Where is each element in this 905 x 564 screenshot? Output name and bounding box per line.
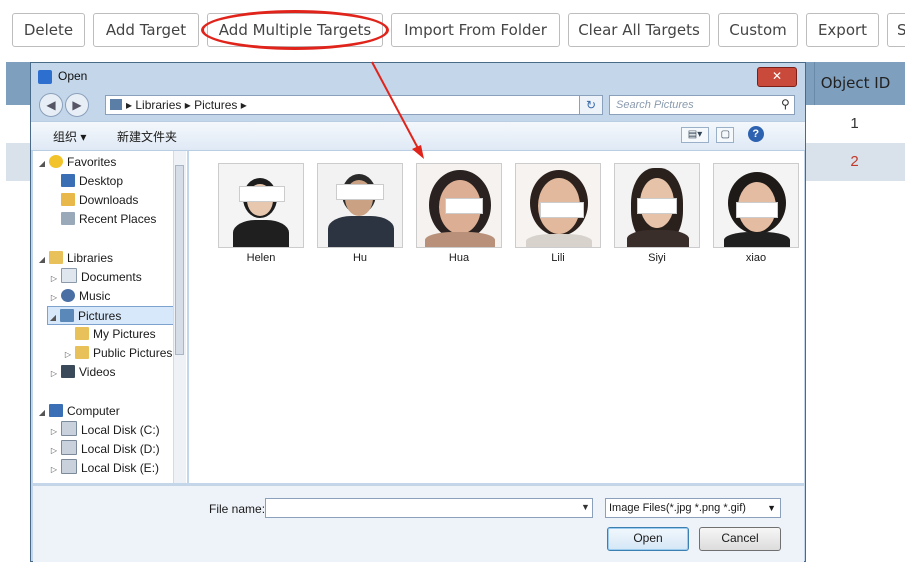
nav-videos[interactable]: ▷ Videos	[49, 363, 115, 382]
export-button[interactable]: Export	[806, 13, 879, 47]
close-button[interactable]: ✕	[757, 67, 797, 87]
nav-pictures[interactable]: ◢ Pictures	[47, 306, 183, 325]
file-name-label: File name:	[209, 502, 266, 516]
preview-pane-icon[interactable]: ▢	[716, 127, 735, 143]
photo-thumbnail	[317, 163, 403, 248]
file-name: Hua	[448, 252, 470, 264]
file-name: Hu	[352, 252, 368, 264]
dialog-footer: File name: ▼ Image Files(*.jpg *.png *.g…	[33, 485, 804, 562]
photo-thumbnail	[218, 163, 304, 248]
file-list: Helen Hu Hua Lili Siyi xiao	[189, 151, 804, 483]
import-from-folder-button[interactable]: Import From Folder	[391, 13, 560, 47]
back-button[interactable]: ◀	[39, 93, 63, 117]
object-id-cell: 2	[850, 153, 859, 170]
photo-thumbnail	[416, 163, 502, 248]
chevron-down-icon: ▼	[767, 503, 776, 513]
computer-icon	[49, 404, 63, 417]
downloads-icon	[61, 193, 75, 206]
more-button[interactable]: S	[887, 13, 905, 47]
nav-public-pictures[interactable]: ▷ Public Pictures	[63, 344, 172, 363]
nav-downloads[interactable]: Downloads	[49, 191, 138, 210]
photo-thumbnail	[515, 163, 601, 248]
dialog-title: Open	[58, 69, 88, 83]
folder-icon	[75, 346, 89, 359]
nav-recent-places[interactable]: Recent Places	[49, 210, 156, 229]
videos-icon	[61, 365, 75, 378]
file-name-dropdown-icon[interactable]: ▼	[581, 502, 590, 512]
file-name: Lili	[551, 252, 565, 264]
file-name: Helen	[246, 252, 276, 264]
dialog-app-icon	[38, 70, 52, 84]
new-folder-button[interactable]: 新建文件夹	[117, 128, 177, 145]
object-id-header: Object ID	[814, 62, 896, 105]
organize-menu[interactable]: 组织 ▾	[53, 128, 86, 145]
file-name: Siyi	[648, 252, 666, 264]
documents-icon	[61, 268, 77, 283]
disk-icon	[61, 421, 77, 436]
file-type-select[interactable]: Image Files(*.jpg *.png *.gif) ▼	[605, 498, 781, 518]
nav-music[interactable]: ▷ Music	[49, 287, 110, 306]
photo-thumbnail	[713, 163, 799, 248]
custom-button[interactable]: Custom	[718, 13, 798, 47]
nav-favorites[interactable]: ◢ Favorites	[37, 153, 116, 172]
change-view-icon[interactable]: ▤▾	[681, 127, 709, 143]
libraries-icon	[49, 251, 63, 264]
folder-icon	[75, 327, 89, 340]
cancel-button[interactable]: Cancel	[699, 527, 781, 551]
delete-button[interactable]: Delete	[12, 13, 85, 47]
library-icon	[110, 99, 122, 110]
pictures-icon	[60, 309, 74, 322]
file-name: xiao	[745, 252, 767, 264]
address-bar[interactable]: ▸ Libraries ▸ Pictures ▸ ▼	[105, 95, 595, 115]
nav-scrollbar[interactable]	[173, 151, 186, 483]
nav-my-pictures[interactable]: My Pictures	[63, 325, 156, 344]
forward-button[interactable]: ▶	[65, 93, 89, 117]
help-icon[interactable]: ?	[747, 126, 764, 142]
star-icon	[49, 155, 63, 168]
disk-icon	[61, 459, 77, 474]
disk-icon	[61, 440, 77, 455]
open-button[interactable]: Open	[607, 527, 689, 551]
recent-places-icon	[61, 212, 75, 225]
file-name-input[interactable]	[265, 498, 593, 518]
nav-scroll-thumb[interactable]	[175, 165, 184, 355]
file-type-value: Image Files(*.jpg *.png *.gif)	[609, 502, 746, 514]
nav-desktop[interactable]: Desktop	[49, 172, 123, 191]
dialog-titlebar[interactable]: Open ✕	[31, 63, 805, 91]
view-controls: ▤▾ ▢ ?	[681, 126, 764, 143]
search-icon[interactable]: ⚲	[781, 97, 800, 111]
clear-all-targets-button[interactable]: Clear All Targets	[568, 13, 710, 47]
dialog-toolbar: 组织 ▾ 新建文件夹 ▤▾ ▢ ?	[31, 121, 805, 151]
refresh-button[interactable]: ↻	[579, 95, 603, 115]
nav-local-disk-c[interactable]: ▷ Local Disk (C:)	[49, 421, 160, 440]
nav-computer[interactable]: ◢ Computer	[37, 402, 120, 421]
object-id-cell: 1	[850, 115, 859, 132]
desktop-icon	[61, 174, 75, 187]
add-target-button[interactable]: Add Target	[93, 13, 199, 47]
photo-thumbnail	[614, 163, 700, 248]
navigation-pane: ◢ Favorites Desktop Downloads Recent Plac…	[33, 151, 187, 483]
top-toolbar: Delete Add Target Add Multiple Targets I…	[0, 0, 905, 62]
nav-local-disk-e[interactable]: ▷ Local Disk (E:)	[49, 459, 159, 478]
music-icon	[61, 289, 75, 302]
search-input[interactable]: Search Pictures	[609, 95, 795, 115]
nav-libraries[interactable]: ◢ Libraries	[37, 249, 113, 268]
add-multiple-targets-button[interactable]: Add Multiple Targets	[207, 13, 383, 47]
nav-local-disk-d[interactable]: ▷ Local Disk (D:)	[49, 440, 160, 459]
address-row: ◀ ▶ ▸ Libraries ▸ Pictures ▸ ▼ ↻ Search …	[31, 91, 805, 119]
nav-documents[interactable]: ▷ Documents	[49, 268, 142, 287]
open-dialog: Open ✕ ◀ ▶ ▸ Libraries ▸ Pictures ▸ ▼ ↻ …	[30, 62, 806, 562]
address-path: ▸ Libraries ▸ Pictures ▸	[126, 98, 247, 112]
